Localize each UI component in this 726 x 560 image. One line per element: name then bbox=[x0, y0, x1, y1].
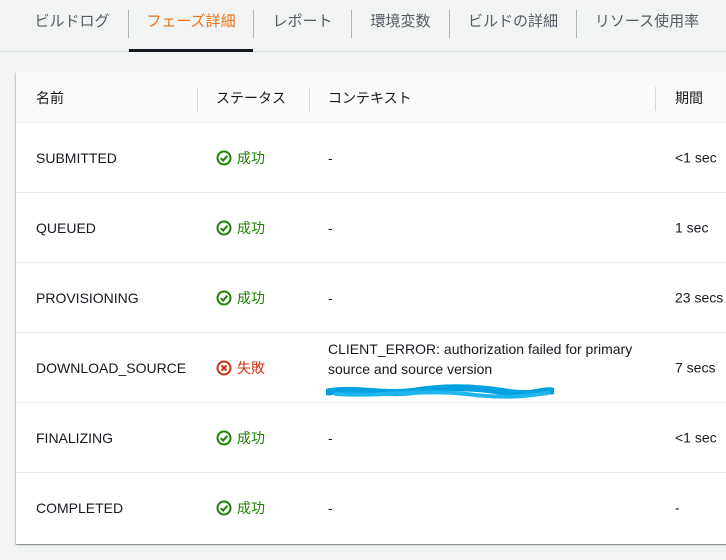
status-label: 成功 bbox=[237, 500, 265, 516]
status-indicator: 成功 bbox=[216, 473, 265, 543]
status-label: 成功 bbox=[237, 150, 265, 166]
status-label: 失敗 bbox=[237, 360, 265, 376]
status-indicator: 成功 bbox=[216, 263, 265, 333]
context-text: - bbox=[328, 430, 333, 446]
check-circle-icon bbox=[216, 150, 232, 166]
phase-name: QUEUED bbox=[36, 220, 96, 236]
phase-name: SUBMITTED bbox=[36, 150, 117, 166]
context-text: CLIENT_ERROR: authorization failed for p… bbox=[328, 341, 633, 377]
tab-bar: ビルドログ フェーズ詳細 レポート 環境変数 ビルドの詳細 リソース使用率 bbox=[0, 0, 726, 52]
status-indicator: 成功 bbox=[216, 123, 265, 193]
column-divider[interactable] bbox=[309, 87, 310, 111]
table-row: DOWNLOAD_SOURCE 失敗 CLIENT_ERROR: authori… bbox=[16, 333, 726, 403]
duration-text: 23 secs bbox=[675, 289, 724, 305]
column-header-context[interactable]: コンテキスト bbox=[328, 72, 412, 122]
check-circle-icon bbox=[216, 500, 232, 516]
tab-build-logs[interactable]: ビルドログ bbox=[18, 0, 126, 52]
status-label: 成功 bbox=[237, 220, 265, 236]
column-header-duration[interactable]: 期間 bbox=[675, 72, 703, 122]
table-row: PROVISIONING 成功 - 23 secs bbox=[16, 263, 726, 333]
tab-resource-utilization[interactable]: リソース使用率 bbox=[577, 0, 717, 52]
phase-name: COMPLETED bbox=[36, 500, 124, 516]
check-circle-icon bbox=[216, 220, 232, 236]
redaction-scribble bbox=[326, 384, 554, 399]
table-row: SUBMITTED 成功 - <1 sec bbox=[16, 123, 726, 193]
column-divider[interactable] bbox=[655, 87, 656, 111]
context-text: - bbox=[328, 290, 333, 306]
table-header: 名前 ステータス コンテキスト 期間 bbox=[16, 72, 726, 123]
phase-name: DOWNLOAD_SOURCE bbox=[36, 360, 187, 376]
x-circle-icon bbox=[216, 360, 232, 376]
column-divider[interactable] bbox=[197, 87, 198, 111]
column-header-status[interactable]: ステータス bbox=[216, 72, 286, 122]
tab-build-details[interactable]: ビルドの詳細 bbox=[450, 0, 576, 52]
duration-text: <1 sec bbox=[675, 149, 717, 165]
status-label: 成功 bbox=[237, 290, 265, 306]
tab-phase-details[interactable]: フェーズ詳細 bbox=[129, 0, 253, 52]
phase-name: PROVISIONING bbox=[36, 290, 139, 306]
status-indicator: 成功 bbox=[216, 403, 265, 473]
phase-name: FINALIZING bbox=[36, 430, 114, 446]
check-circle-icon bbox=[216, 430, 232, 446]
phase-details-table: 名前 ステータス コンテキスト 期間 SUBMITTED 成功 - <1 sec… bbox=[16, 72, 726, 544]
duration-text: 1 sec bbox=[675, 219, 709, 235]
column-header-name[interactable]: 名前 bbox=[36, 72, 64, 122]
status-indicator: 失敗 bbox=[216, 333, 265, 403]
table-row: FINALIZING 成功 - <1 sec bbox=[16, 403, 726, 473]
check-circle-icon bbox=[216, 290, 232, 306]
tab-reports[interactable]: レポート bbox=[254, 0, 351, 52]
duration-text: 7 secs bbox=[675, 359, 716, 375]
table-row: QUEUED 成功 - 1 sec bbox=[16, 193, 726, 263]
context-text: - bbox=[328, 220, 333, 236]
table-row: COMPLETED 成功 - - bbox=[16, 473, 726, 543]
status-indicator: 成功 bbox=[216, 193, 265, 263]
status-label: 成功 bbox=[237, 430, 265, 446]
context-text: - bbox=[328, 150, 333, 166]
duration-text: <1 sec bbox=[675, 429, 717, 445]
tab-environment-variables[interactable]: 環境変数 bbox=[352, 0, 449, 52]
duration-text: - bbox=[675, 499, 680, 516]
context-text: - bbox=[328, 500, 333, 516]
